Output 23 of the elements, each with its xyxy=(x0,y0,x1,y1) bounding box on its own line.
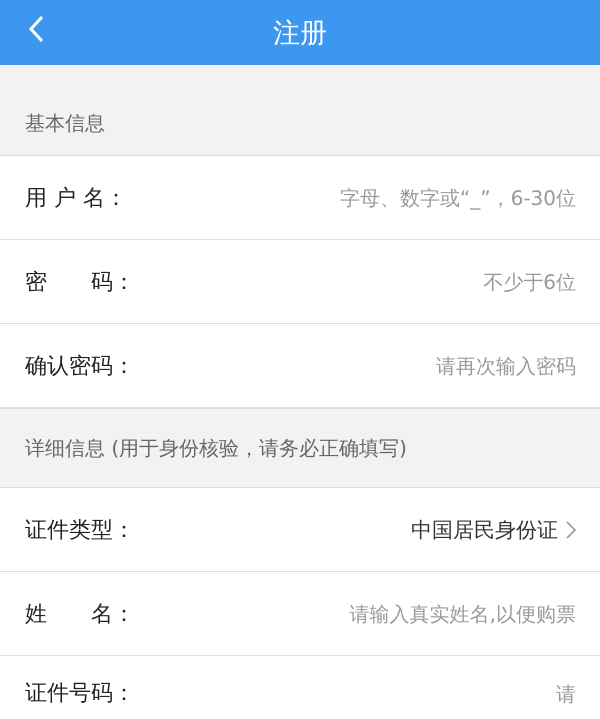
section-title: 基本信息 xyxy=(25,110,105,137)
chevron-icon xyxy=(566,520,576,538)
field-label: 密 码： xyxy=(25,268,135,296)
input-field[interactable]: 请输入真实姓名,以便购票 xyxy=(135,598,576,630)
form-row[interactable]: 姓 名： 请输入真实姓名,以便购票 xyxy=(0,572,600,656)
page-title: 注册 xyxy=(273,16,327,50)
section-title: 详细信息 (用于身份核验，请务必正确填写) xyxy=(25,434,407,462)
form-row[interactable]: 用 户 名： 字母、数字或“_”，6-30位 xyxy=(0,156,600,240)
form-row[interactable]: 证件号码： 请 xyxy=(0,656,600,719)
form-row[interactable]: 证件类型： 中国居民身份证 xyxy=(0,488,600,572)
input-field[interactable]: 请 xyxy=(135,678,576,710)
field-label: 证件类型： xyxy=(25,516,135,544)
document-type-select[interactable]: 中国居民身份证 xyxy=(411,512,576,548)
input-field[interactable]: 请再次输入密码 xyxy=(135,350,576,382)
form-row[interactable]: 确认密码： 请再次输入密码 xyxy=(0,324,600,408)
input-field[interactable]: 字母、数字或“_”，6-30位 xyxy=(127,182,576,214)
back-icon[interactable] xyxy=(28,15,44,43)
field-label: 姓 名： xyxy=(25,600,135,628)
form-row[interactable]: 密 码： 不少于6位 xyxy=(0,240,600,324)
field-label: 确认密码： xyxy=(25,352,135,380)
input-field[interactable]: 不少于6位 xyxy=(135,266,576,298)
field-label: 用 户 名： xyxy=(25,184,127,212)
field-label: 证件号码： xyxy=(25,680,135,708)
